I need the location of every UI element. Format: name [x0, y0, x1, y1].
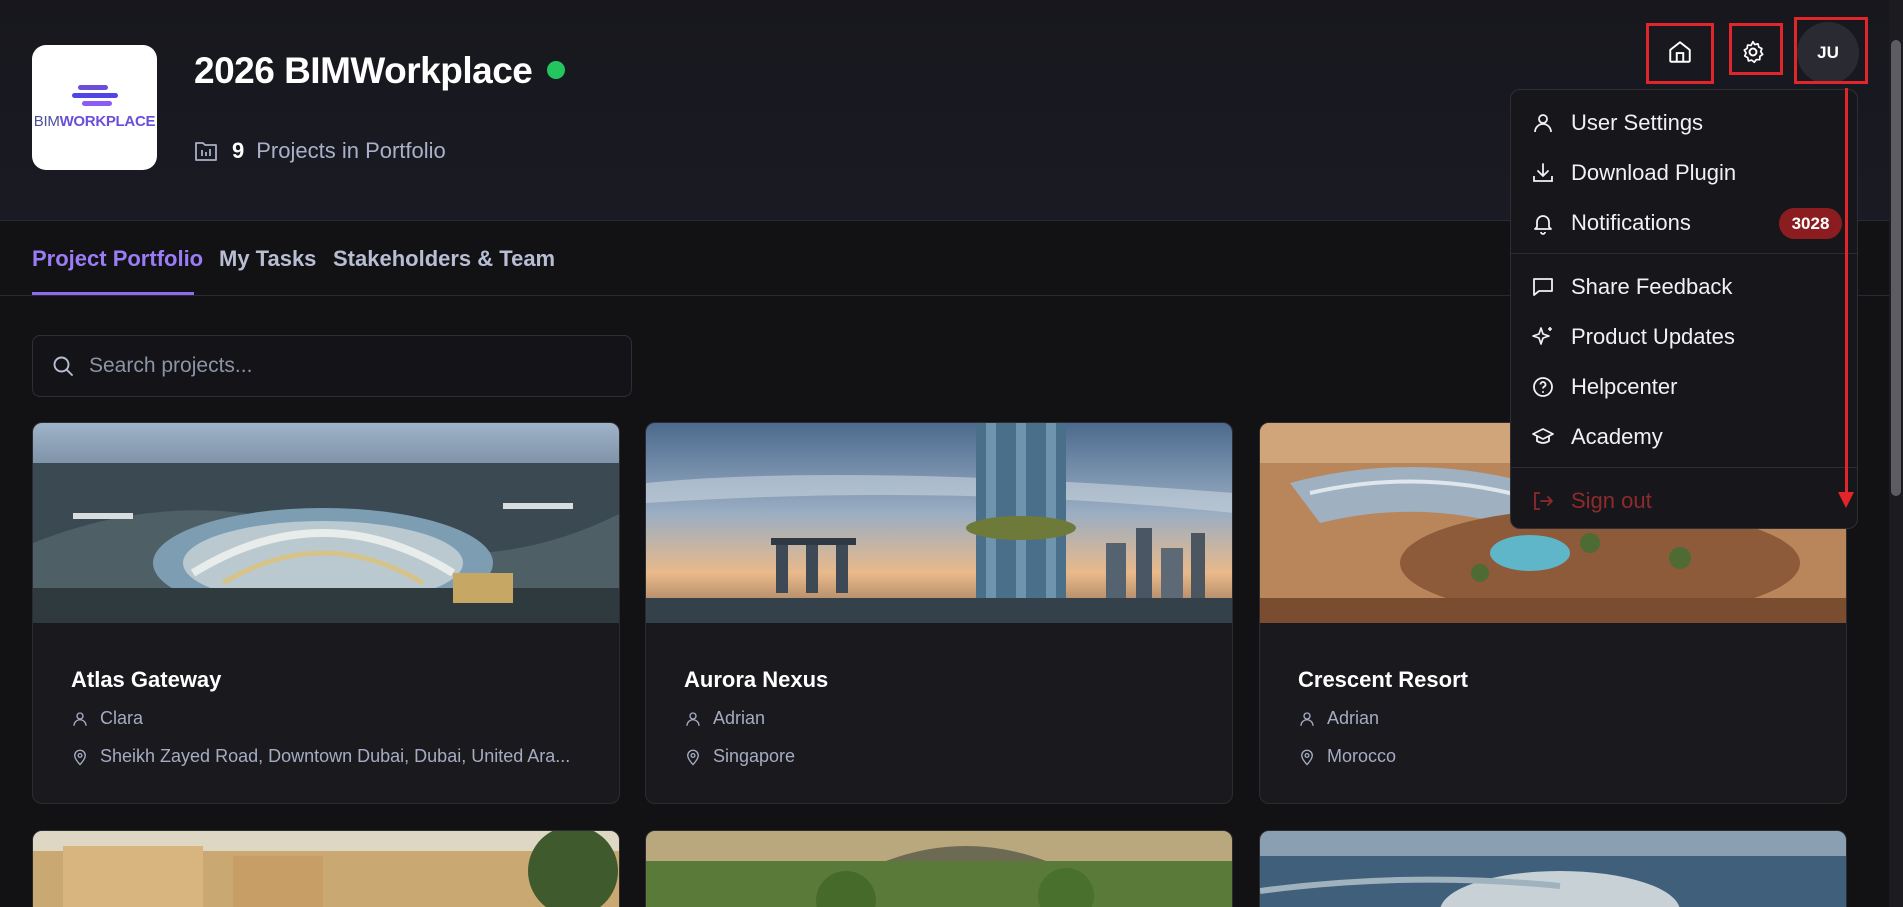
- project-card[interactable]: [1259, 830, 1847, 907]
- menu-item-academy[interactable]: Academy: [1531, 417, 1663, 457]
- project-owner: Clara: [71, 708, 143, 729]
- menu-item-label: Product Updates: [1571, 324, 1735, 349]
- tab-project-portfolio[interactable]: Project Portfolio: [32, 246, 203, 272]
- project-location: Singapore: [684, 746, 795, 767]
- online-status-indicator: [547, 61, 565, 79]
- project-location-text: Singapore: [713, 746, 796, 766]
- tab-stakeholders-team[interactable]: Stakeholders & Team: [333, 246, 555, 272]
- search-icon: [53, 356, 73, 376]
- project-owner-name: Clara: [100, 708, 144, 728]
- sparkles-icon: [1532, 327, 1552, 345]
- menu-item-label: Sign out: [1571, 488, 1652, 513]
- bimworkplace-logo[interactable]: BIMWORKPLACE: [32, 45, 157, 170]
- page-scrollbar-thumb[interactable]: [1891, 40, 1901, 496]
- project-owner-name: Adrian: [713, 708, 766, 728]
- menu-item-share-feedback[interactable]: Share Feedback: [1531, 267, 1732, 307]
- page-title: 2026 BIMWorkplace: [194, 50, 533, 91]
- menu-item-user-settings[interactable]: User Settings: [1531, 103, 1703, 143]
- project-image: [646, 423, 1232, 623]
- menu-item-sign-out[interactable]: Sign out: [1531, 481, 1652, 521]
- search-input[interactable]: Search projects...: [32, 335, 632, 397]
- project-location: Sheikh Zayed Road, Downtown Dubai, Dubai…: [71, 746, 570, 767]
- active-tab-indicator: [32, 292, 194, 295]
- project-image: [646, 831, 1232, 907]
- project-image: [1260, 831, 1846, 907]
- project-owner-name: Adrian: [1327, 708, 1380, 728]
- menu-item-label: Download Plugin: [1571, 160, 1737, 185]
- user-icon: [1534, 114, 1552, 133]
- project-card[interactable]: Aurora Nexus Adrian Singapore: [645, 422, 1233, 804]
- user-icon: [73, 711, 87, 726]
- menu-divider: [1511, 253, 1857, 254]
- annotation-arrow-head: [1838, 492, 1854, 508]
- menu-divider: [1511, 467, 1857, 468]
- project-owner: Adrian: [1298, 708, 1379, 729]
- annotation-arrow-line: [1845, 88, 1848, 498]
- menu-item-label: Academy: [1571, 424, 1663, 449]
- graduation-cap-icon: [1532, 428, 1554, 444]
- project-owner: Adrian: [684, 708, 765, 729]
- menu-item-notifications[interactable]: Notifications: [1531, 203, 1691, 243]
- logo-text: BIMWORKPLACE: [33, 113, 156, 130]
- project-location: Morocco: [1298, 746, 1396, 767]
- project-location-text: Morocco: [1327, 746, 1397, 766]
- project-card[interactable]: [645, 830, 1233, 907]
- menu-item-download-plugin[interactable]: Download Plugin: [1531, 153, 1736, 193]
- notification-count-badge: 3028: [1779, 208, 1842, 239]
- project-image: [33, 423, 619, 623]
- tab-my-tasks[interactable]: My Tasks: [219, 246, 316, 272]
- map-pin-icon: [1301, 749, 1313, 765]
- menu-item-label: User Settings: [1571, 110, 1704, 135]
- project-count-label: Projects in Portfolio: [256, 138, 446, 163]
- menu-item-label: Share Feedback: [1571, 274, 1733, 299]
- map-pin-icon: [74, 749, 86, 765]
- project-location-text: Sheikh Zayed Road, Downtown Dubai, Dubai…: [100, 746, 571, 766]
- portfolio-summary: 9 Projects in Portfolio: [194, 138, 446, 164]
- project-name: Aurora Nexus: [684, 667, 829, 692]
- project-card[interactable]: [32, 830, 620, 907]
- download-icon: [1533, 163, 1553, 182]
- annotation-box-settings: [1729, 23, 1783, 75]
- user-dropdown-menu: User Settings Download Plugin Notificati…: [1510, 89, 1858, 529]
- help-circle-icon: [1533, 377, 1553, 397]
- project-card[interactable]: Atlas Gateway Clara Sheikh Zayed Road, D…: [32, 422, 620, 804]
- message-icon: [1533, 278, 1553, 296]
- search-placeholder: Search projects...: [89, 354, 253, 377]
- log-out-icon: [1534, 492, 1553, 510]
- logo-mark-icon: [72, 85, 118, 106]
- project-name: Atlas Gateway: [71, 667, 222, 692]
- menu-item-helpcenter[interactable]: Helpcenter: [1531, 367, 1677, 407]
- map-pin-icon: [687, 749, 699, 765]
- menu-item-label: Helpcenter: [1571, 374, 1678, 399]
- project-image: [33, 831, 619, 907]
- user-icon: [686, 711, 700, 726]
- project-count: 9: [232, 138, 245, 163]
- bell-icon: [1534, 215, 1552, 235]
- user-icon: [1300, 711, 1314, 726]
- menu-item-label: Notifications: [1571, 210, 1691, 235]
- folder-chart-icon: [195, 142, 217, 161]
- annotation-box-home: [1646, 23, 1714, 84]
- project-name: Crescent Resort: [1298, 667, 1468, 692]
- annotation-box-avatar: [1794, 17, 1868, 84]
- menu-item-product-updates[interactable]: Product Updates: [1531, 317, 1735, 357]
